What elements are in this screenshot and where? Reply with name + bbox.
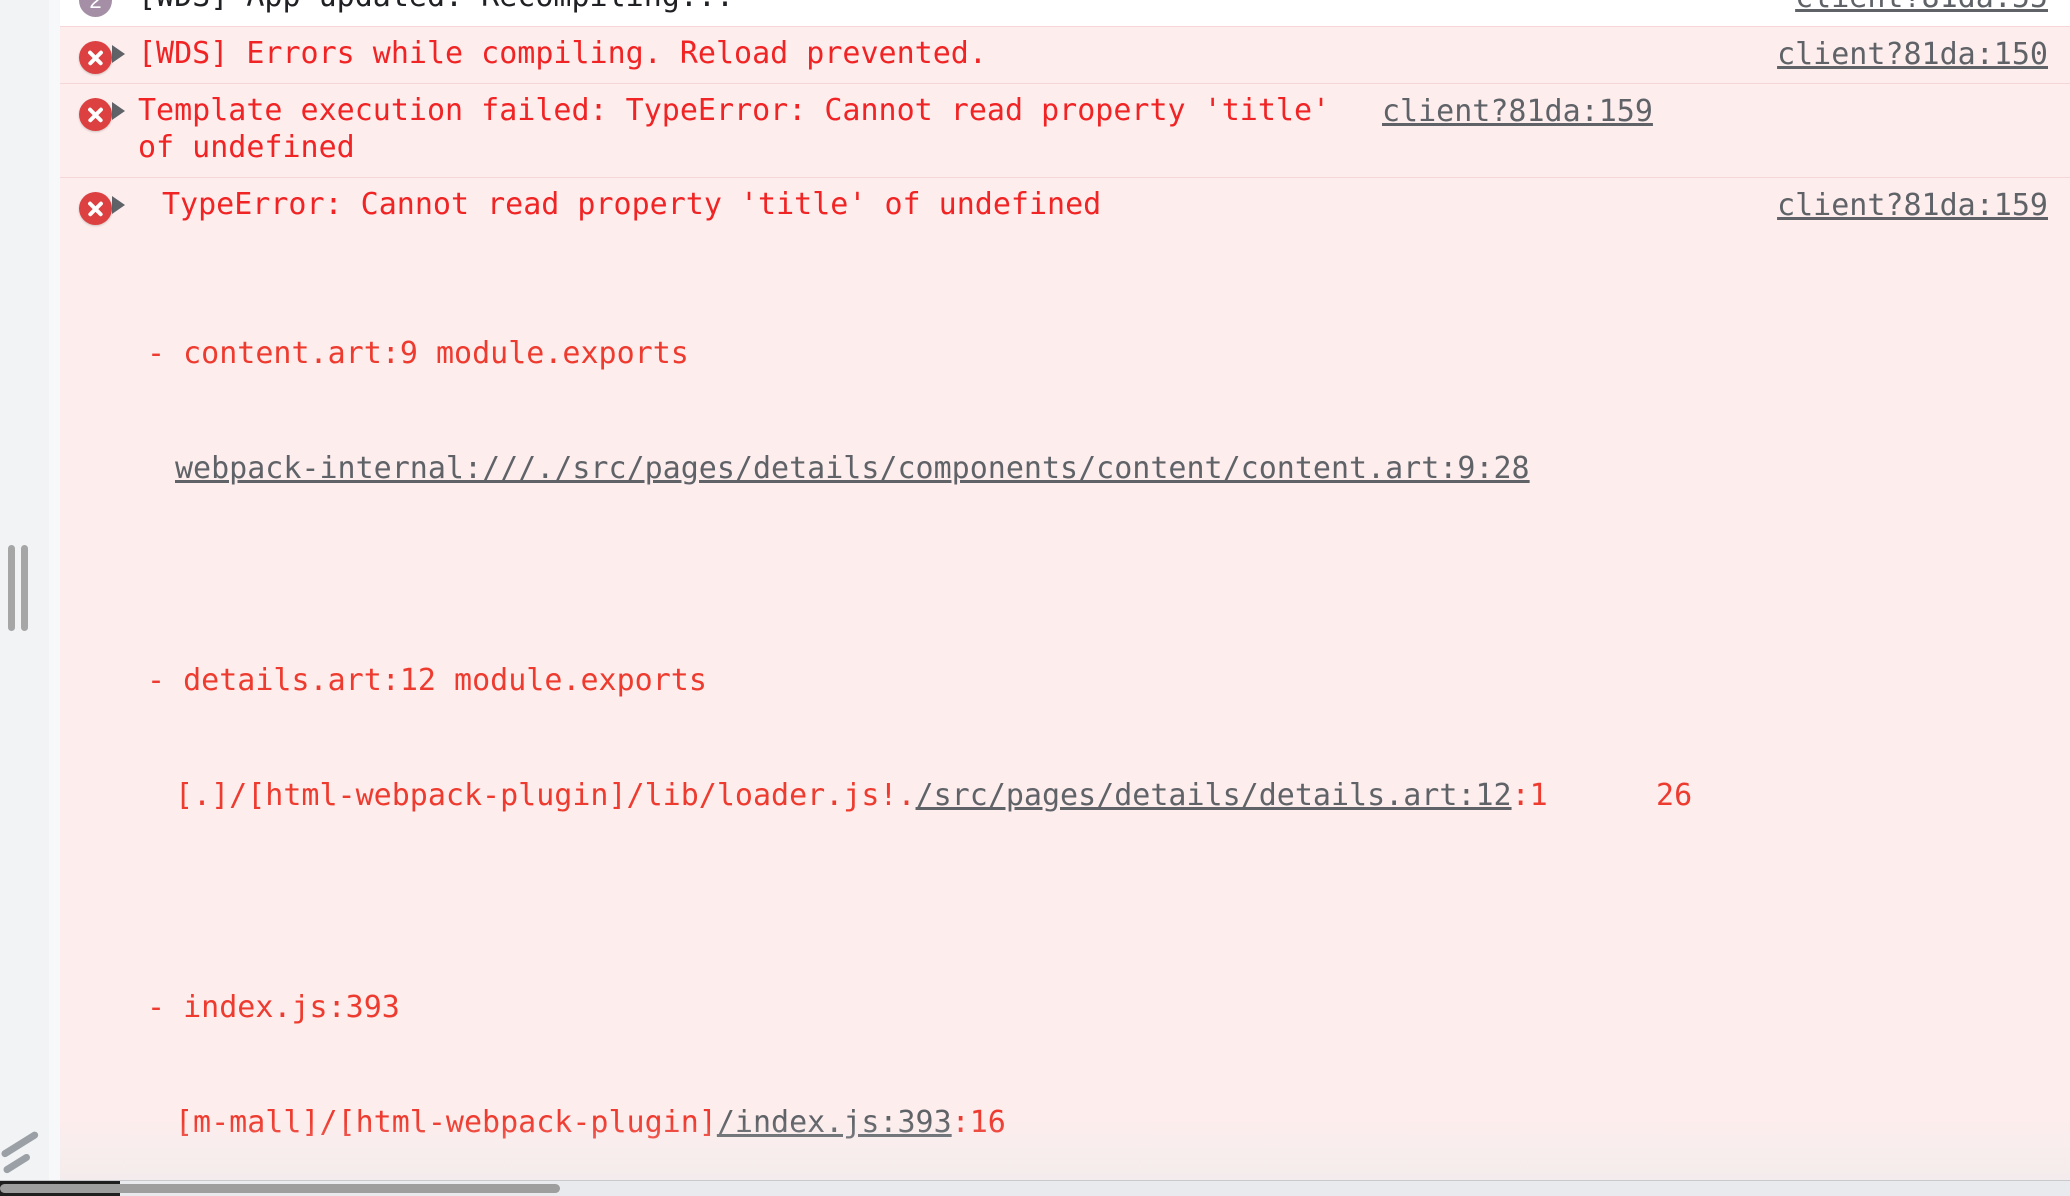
source-link[interactable]: client?81da:159 [1777,188,2048,223]
stack-frame-column: :16 [951,1105,1006,1141]
source-link[interactable]: client?81da:150 [1777,37,2048,72]
console-message-text: [WDS] App updated. Recompiling... [138,0,1795,26]
source-link-cell[interactable]: client?81da:55 [1795,0,2070,15]
chevron-right-icon[interactable] [112,196,125,215]
drag-handle-bar-right [21,545,28,631]
source-link[interactable]: client?81da:55 [1795,0,2048,15]
message-count-badge: 2 [79,0,112,17]
source-link-cell[interactable]: client?81da:159 [1777,178,2070,223]
info-icon-cell: 2 [60,0,112,17]
stack-frame-function: - index.js:393 [147,990,400,1026]
disclosure-arrow-cell[interactable] [112,84,138,120]
panel-resize-grip-icon[interactable] [0,1130,46,1175]
stack-frame[interactable]: - details.art:12 module.exports [.]/[htm… [60,565,2070,892]
error-icon [79,192,112,226]
error-icon [79,40,112,74]
stack-frame-location[interactable]: webpack-internal:///./src/pages/details/… [60,450,2070,488]
stack-frame-link[interactable]: /index.js:393 [717,1105,952,1140]
horizontal-scrollbar[interactable] [0,1180,2070,1196]
stack-frame[interactable]: - index.js:393 [m-mall]/[html-webpack-pl… [60,892,2070,1196]
console-row-stack-trace[interactable]: TypeError: Cannot read property 'title' … [60,177,2070,1196]
stack-frame-function: - details.art:12 module.exports [147,662,707,698]
console-gutter-inner [49,0,60,1196]
drag-handle-bar-left [8,545,15,631]
console-message-list[interactable]: 2 [WDS] App updated. Recompiling... clie… [60,0,2070,1196]
stack-frame-loader-prefix: [m-mall]/[html-webpack-plugin] [175,1105,717,1141]
stack-frame-list: - content.art:9 module.exports webpack-i… [60,234,2070,1196]
stack-frame-loader-prefix: [.]/[html-webpack-plugin]/lib/loader.js!… [175,778,916,814]
error-icon [79,97,112,131]
error-icon-cell [60,27,112,74]
console-message-text: [WDS] Errors while compiling. Reload pre… [138,35,987,71]
disclosure-arrow-cell[interactable] [112,27,138,63]
chevron-right-icon[interactable] [112,44,125,63]
stack-frame-link[interactable]: /src/pages/details/details.art:12 [916,778,1512,813]
error-icon-cell [60,84,112,131]
error-icon-cell [60,178,112,226]
source-link-cell[interactable]: client?81da:159 [1382,84,1675,129]
devtools-console-panel: 2 [WDS] App updated. Recompiling... clie… [0,0,2070,1196]
console-row-error-2[interactable]: Template execution failed: TypeError: Ca… [60,82,2070,178]
stack-frame-location[interactable]: [m-mall]/[html-webpack-plugin]/index.js:… [60,1104,2070,1142]
source-link-cell[interactable]: client?81da:150 [1777,27,2070,72]
stack-frame[interactable]: - content.art:9 module.exports webpack-i… [60,238,2070,565]
console-message-text: Template execution failed: TypeError: Ca… [138,92,1349,166]
stack-frame-column: :1 26 [1511,778,1693,814]
stack-frame-function: - content.art:9 module.exports [147,335,689,371]
stack-frame-link[interactable]: webpack-internal:///./src/pages/details/… [175,451,1530,486]
stack-frame-location[interactable]: [.]/[html-webpack-plugin]/lib/loader.js!… [60,777,2070,815]
disclosure-arrow-cell[interactable] [112,178,138,215]
console-row-info[interactable]: 2 [WDS] App updated. Recompiling... clie… [60,0,2070,26]
drawer-resize-handle[interactable] [8,545,34,631]
chevron-right-icon[interactable] [112,101,125,120]
source-link[interactable]: client?81da:159 [1382,94,1653,129]
stack-trace-header: TypeError: Cannot read property 'title' … [162,187,1102,223]
console-row-error-1[interactable]: [WDS] Errors while compiling. Reload pre… [60,25,2070,83]
horizontal-scrollbar-thumb[interactable] [0,1184,560,1193]
